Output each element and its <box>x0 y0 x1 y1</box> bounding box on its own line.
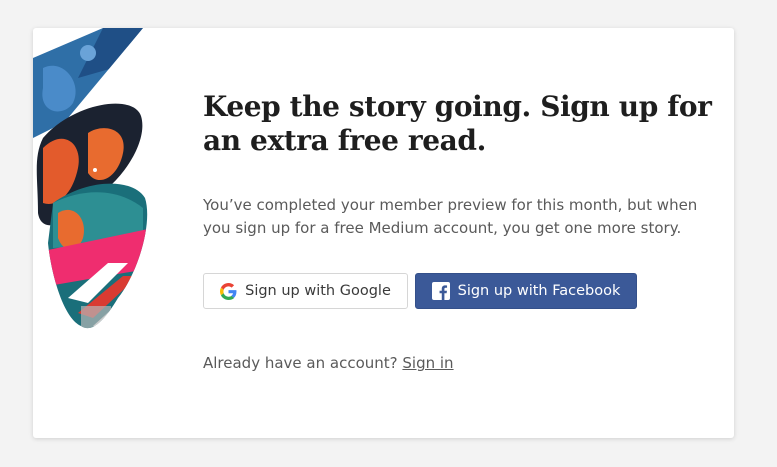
signin-link[interactable]: Sign in <box>402 354 453 372</box>
facebook-icon <box>431 282 450 300</box>
modal-description: You’ve completed your member preview for… <box>203 196 698 237</box>
signin-prompt: Already have an account? <box>203 354 398 372</box>
google-signup-label: Sign up with Google <box>245 283 391 299</box>
signin-row: Already have an account? Sign in <box>203 354 454 372</box>
google-icon <box>220 282 237 300</box>
google-signup-button[interactable]: Sign up with Google <box>203 273 408 309</box>
facebook-signup-label: Sign up with Facebook <box>457 283 621 299</box>
facebook-signup-button[interactable]: Sign up with Facebook <box>415 273 637 309</box>
signup-modal: Keep the story going. Sign up for an ext… <box>33 28 734 438</box>
decorative-illustration <box>33 28 148 329</box>
modal-title: Keep the story going. Sign up for an ext… <box>203 90 712 157</box>
